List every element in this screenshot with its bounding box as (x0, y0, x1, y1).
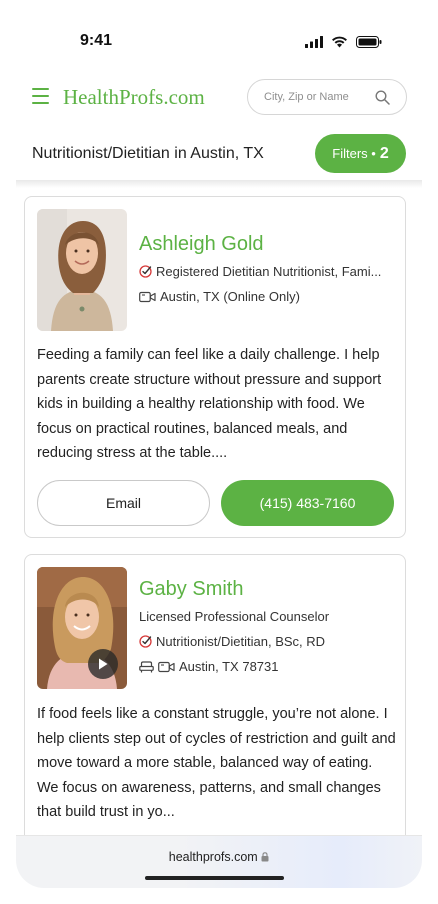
call-button[interactable]: (415) 483-7160 (221, 480, 394, 526)
profile-credential: Registered Dietitian Nutritionist, Fami.… (156, 264, 382, 279)
battery-icon (356, 36, 382, 48)
browser-address-bar[interactable]: healthprofs.com (16, 835, 422, 888)
search-input[interactable]: City, Zip or Name (247, 79, 407, 115)
profile-photo[interactable] (37, 567, 127, 689)
play-video-button[interactable] (88, 649, 118, 679)
credential-line: Nutritionist/Dietitian, BSc, RD (139, 634, 325, 649)
filters-button[interactable]: Filters • 2 (315, 134, 406, 173)
wifi-icon (332, 36, 347, 48)
filters-label: Filters • (332, 146, 376, 161)
play-icon (99, 658, 108, 670)
credential-line: Registered Dietitian Nutritionist, Fami.… (139, 264, 381, 279)
status-icons (305, 36, 382, 48)
url-display[interactable]: healthprofs.com (16, 850, 422, 864)
verified-check-icon (139, 265, 152, 278)
profile-bio[interactable]: Feeding a family can feel like a daily c… (37, 343, 397, 466)
location-line: Austin, TX 78731 (139, 659, 279, 674)
profile-credential: Nutritionist/Dietitian, BSc, RD (156, 634, 326, 649)
status-time: 9:41 (80, 32, 113, 49)
profile-card[interactable]: Ashleigh Gold Registered Dietitian Nutri… (24, 196, 406, 538)
profile-bio[interactable]: If food feels like a constant struggle, … (37, 702, 397, 825)
site-header: HealthProfs.com City, Zip or Name (0, 76, 438, 120)
verified-check-icon (139, 635, 152, 648)
profile-photo-image (37, 209, 127, 331)
title-line: Licensed Professional Counselor (139, 609, 329, 624)
header-shadow (16, 180, 422, 188)
profile-location: Austin, TX (Online Only) (160, 289, 300, 304)
video-session-icon (158, 661, 175, 672)
profile-card[interactable]: Gaby Smith Licensed Professional Counsel… (24, 554, 406, 854)
signal-icon (305, 36, 323, 48)
profile-location: Austin, TX 78731 (179, 659, 279, 674)
in-person-sofa-icon (139, 660, 154, 672)
search-placeholder: City, Zip or Name (264, 91, 349, 103)
profile-title: Licensed Professional Counselor (139, 609, 330, 624)
search-icon[interactable] (375, 90, 390, 105)
video-session-icon (139, 291, 156, 302)
page-title: Nutritionist/Dietitian in Austin, TX (32, 145, 264, 162)
profile-name[interactable]: Gaby Smith (139, 578, 243, 601)
hamburger-menu-icon[interactable] (32, 88, 49, 104)
home-indicator[interactable] (145, 876, 284, 880)
filters-count-badge: 2 (379, 144, 389, 162)
location-line: Austin, TX (Online Only) (139, 289, 300, 304)
profile-name[interactable]: Ashleigh Gold (139, 233, 264, 256)
email-button[interactable]: Email (37, 480, 210, 526)
results-title-row: Nutritionist/Dietitian in Austin, TX Fil… (0, 134, 438, 180)
status-bar: 9:41 (0, 0, 438, 70)
site-logo[interactable]: HealthProfs.com (63, 85, 205, 110)
lock-icon (261, 852, 269, 862)
profile-photo[interactable] (37, 209, 127, 331)
url-text: healthprofs.com (168, 850, 258, 864)
